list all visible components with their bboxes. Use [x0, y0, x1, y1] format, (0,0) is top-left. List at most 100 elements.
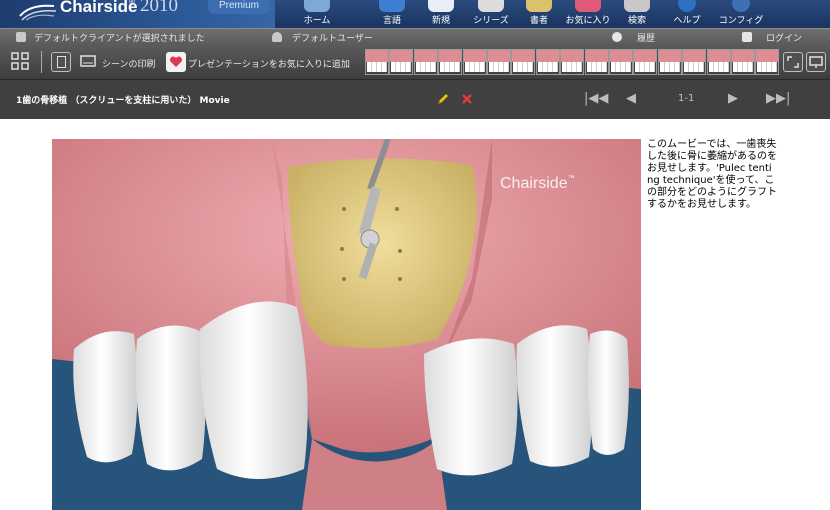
- thumbnail-teeth: [586, 62, 607, 72]
- scene-thumbnail[interactable]: [584, 49, 609, 75]
- search-label: 検索: [627, 16, 646, 26]
- edit-pencil-icon[interactable]: [436, 92, 450, 106]
- config-icon: [732, 0, 750, 12]
- brand-trademark: ®: [129, 0, 135, 6]
- watermark-trademark: ™: [567, 175, 575, 182]
- home-button[interactable]: ホーム: [292, 0, 342, 28]
- thumbnail-gum: [585, 50, 608, 62]
- book-label: 書者: [529, 16, 548, 26]
- fullscreen-grid-button[interactable]: [11, 52, 29, 70]
- expand-button[interactable]: [783, 52, 803, 72]
- add-favorite-heart-button[interactable]: [166, 52, 186, 72]
- scene-thumbnail[interactable]: [731, 49, 755, 75]
- previous-page-icon[interactable]: ◀: [626, 92, 636, 106]
- scene-thumbnail[interactable]: [487, 49, 511, 75]
- new-button[interactable]: 新規: [416, 0, 466, 28]
- scene-thumbnail[interactable]: [609, 49, 633, 75]
- user-icon: [272, 32, 282, 42]
- history-link[interactable]: 履歴: [637, 31, 655, 44]
- thumbnail-gum: [439, 50, 462, 62]
- series-button[interactable]: シリーズ: [466, 0, 516, 28]
- series-icon: [478, 0, 504, 12]
- first-page-icon[interactable]: |◀◀: [584, 92, 608, 106]
- thumbnail-gum: [756, 50, 779, 62]
- bone-graft-illustration: [52, 139, 641, 510]
- thumbnail-teeth: [537, 62, 558, 72]
- thumbnail-gum: [390, 50, 413, 62]
- presentation-mode-button[interactable]: [806, 52, 826, 72]
- next-page-icon[interactable]: ▶: [728, 92, 738, 106]
- thumbnail-teeth: [562, 62, 583, 72]
- brand-name: Chairside: [60, 0, 138, 16]
- thumbnail-teeth: [733, 62, 753, 72]
- thumbnail-teeth: [684, 62, 705, 72]
- favorites-label: お気に入り: [565, 16, 611, 26]
- scene-thumbnail[interactable]: [438, 49, 463, 75]
- thumbnail-teeth: [635, 62, 656, 72]
- chairside-watermark: Chairside™: [500, 175, 575, 193]
- search-icon: [624, 0, 650, 12]
- page-view-button[interactable]: [51, 52, 71, 72]
- thumbnail-gum: [414, 50, 437, 62]
- scene-thumbnail[interactable]: [535, 49, 560, 75]
- scene-thumbnail[interactable]: [560, 49, 585, 75]
- page-count: 1-1: [678, 93, 695, 104]
- movie-title: 1歯の骨移植 （スクリューを支柱に用いた） Movie: [16, 96, 230, 106]
- config-button[interactable]: コンフィグ: [716, 0, 766, 28]
- help-button[interactable]: ヘルプ: [662, 0, 712, 28]
- scene-thumbnail[interactable]: [511, 49, 536, 75]
- favorites-icon: [575, 0, 601, 12]
- book-icon: [526, 0, 552, 12]
- user-name[interactable]: デフォルトユーザー: [292, 31, 373, 44]
- client-status: デフォルトクライアントが選択されました: [34, 34, 205, 44]
- scene-thumbnail[interactable]: [657, 49, 682, 75]
- book-button[interactable]: 書者: [514, 0, 564, 28]
- thumbnail-teeth: [489, 62, 509, 72]
- delete-x-icon[interactable]: [461, 93, 473, 105]
- presentation-toolbar: シーンの印刷 プレゼンテーションをお気に入りに追加: [0, 46, 830, 80]
- monitor-icon: [809, 56, 823, 68]
- thumbnail-teeth: [391, 62, 412, 72]
- scene-thumbnail[interactable]: [413, 49, 438, 75]
- scene-thumbnail[interactable]: [755, 49, 780, 75]
- page-icon: [57, 56, 66, 68]
- expand-icon: [787, 56, 799, 68]
- thumbnail-gum: [732, 50, 754, 62]
- thumbnail-gum: [658, 50, 681, 62]
- login-link[interactable]: ログイン: [766, 31, 802, 44]
- print-icon[interactable]: [79, 52, 97, 70]
- scene-thumbnail[interactable]: [706, 49, 731, 75]
- home-label: ホーム: [303, 16, 331, 26]
- series-label: シリーズ: [473, 16, 509, 26]
- search-button[interactable]: 検索: [612, 0, 662, 28]
- lock-icon: [742, 32, 752, 42]
- scene-thumbnail[interactable]: [365, 49, 389, 75]
- thumbnail-gum: [707, 50, 730, 62]
- add-favorite-link[interactable]: プレゼンテーションをお気に入りに追加: [188, 57, 350, 70]
- app-header: Chairside ® 2010 Premium ホーム 言語 新規 シリーズ …: [0, 0, 830, 28]
- print-scene-button[interactable]: シーンの印刷: [102, 57, 156, 70]
- help-icon: [678, 0, 696, 12]
- last-page-icon[interactable]: ▶▶|: [766, 92, 790, 106]
- history-clock-icon: [612, 32, 622, 42]
- scene-thumbnail[interactable]: [682, 49, 707, 75]
- thumbnail-teeth: [415, 62, 436, 72]
- heart-icon: [169, 56, 183, 67]
- thumbnail-gum: [634, 50, 657, 62]
- status-bar: デフォルトクライアントが選択されました デフォルトユーザー 履歴 ログイン: [0, 28, 830, 47]
- thumbnail-gum: [561, 50, 584, 62]
- scene-thumbnail[interactable]: [633, 49, 658, 75]
- movie-player[interactable]: Chairside™: [52, 139, 641, 510]
- edition-badge: Premium: [208, 0, 270, 14]
- movie-title-bar: 1歯の骨移植 （スクリューを支柱に用いた） Movie |◀◀ ◀ 1-1 ▶ …: [0, 80, 830, 119]
- scene-thumbnail[interactable]: [389, 49, 414, 75]
- language-button[interactable]: 言語: [367, 0, 417, 28]
- toolbar-divider: [41, 51, 42, 73]
- thumbnail-gum: [488, 50, 510, 62]
- pin-icon: [16, 32, 26, 42]
- scene-thumbnail[interactable]: [462, 49, 487, 75]
- logo-area: Chairside ® 2010 Premium: [0, 0, 275, 28]
- printer-icon: [80, 55, 96, 67]
- thumbnail-teeth: [611, 62, 631, 72]
- favorites-button[interactable]: お気に入り: [563, 0, 613, 28]
